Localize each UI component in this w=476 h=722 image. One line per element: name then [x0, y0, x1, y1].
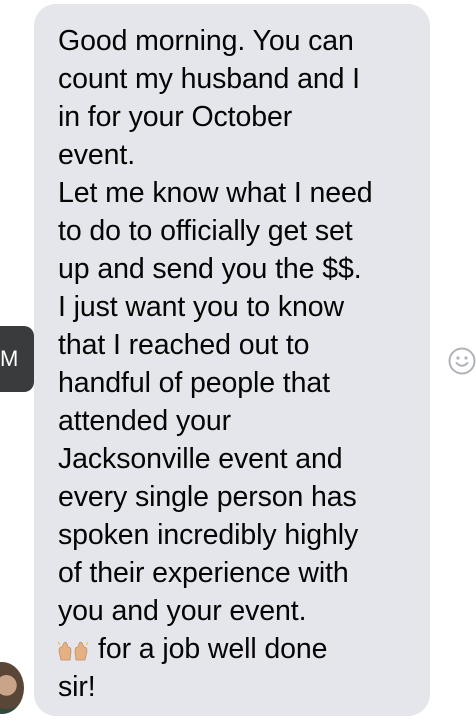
- message-line: handful of people that: [58, 367, 330, 399]
- message-line-with-emoji: for a job well done: [58, 630, 408, 668]
- avatar[interactable]: [0, 660, 26, 716]
- message-line: I just want you to know: [58, 291, 345, 323]
- message-line: Good morning. You can: [58, 25, 354, 57]
- timestamp-label: M: [0, 346, 19, 371]
- raised-hands-icon: [58, 641, 88, 661]
- message-line: attended your: [58, 405, 231, 437]
- message-line: in for your October: [58, 101, 293, 133]
- message-line: Let me know what I need: [58, 177, 373, 209]
- message-line: that I reached out to: [58, 329, 310, 361]
- smiley-face-icon[interactable]: [448, 347, 476, 375]
- message-line: every single person has: [58, 481, 357, 513]
- message-line: up and send you the $$.: [58, 253, 362, 285]
- message-line: you and your event.: [58, 595, 307, 627]
- message-line: Jacksonville event and: [58, 443, 343, 475]
- message-line: to do to officially get set: [58, 215, 353, 247]
- message-line: event.: [58, 139, 136, 171]
- message-bubble[interactable]: Good morning. You can count my husband a…: [34, 4, 430, 716]
- message-line: spoken incredibly highly: [58, 519, 359, 551]
- message-line: of their experience with: [58, 557, 349, 589]
- timestamp-tab[interactable]: M: [0, 326, 34, 392]
- message-line: sir!: [58, 671, 96, 703]
- message-line: count my husband and I: [58, 63, 361, 95]
